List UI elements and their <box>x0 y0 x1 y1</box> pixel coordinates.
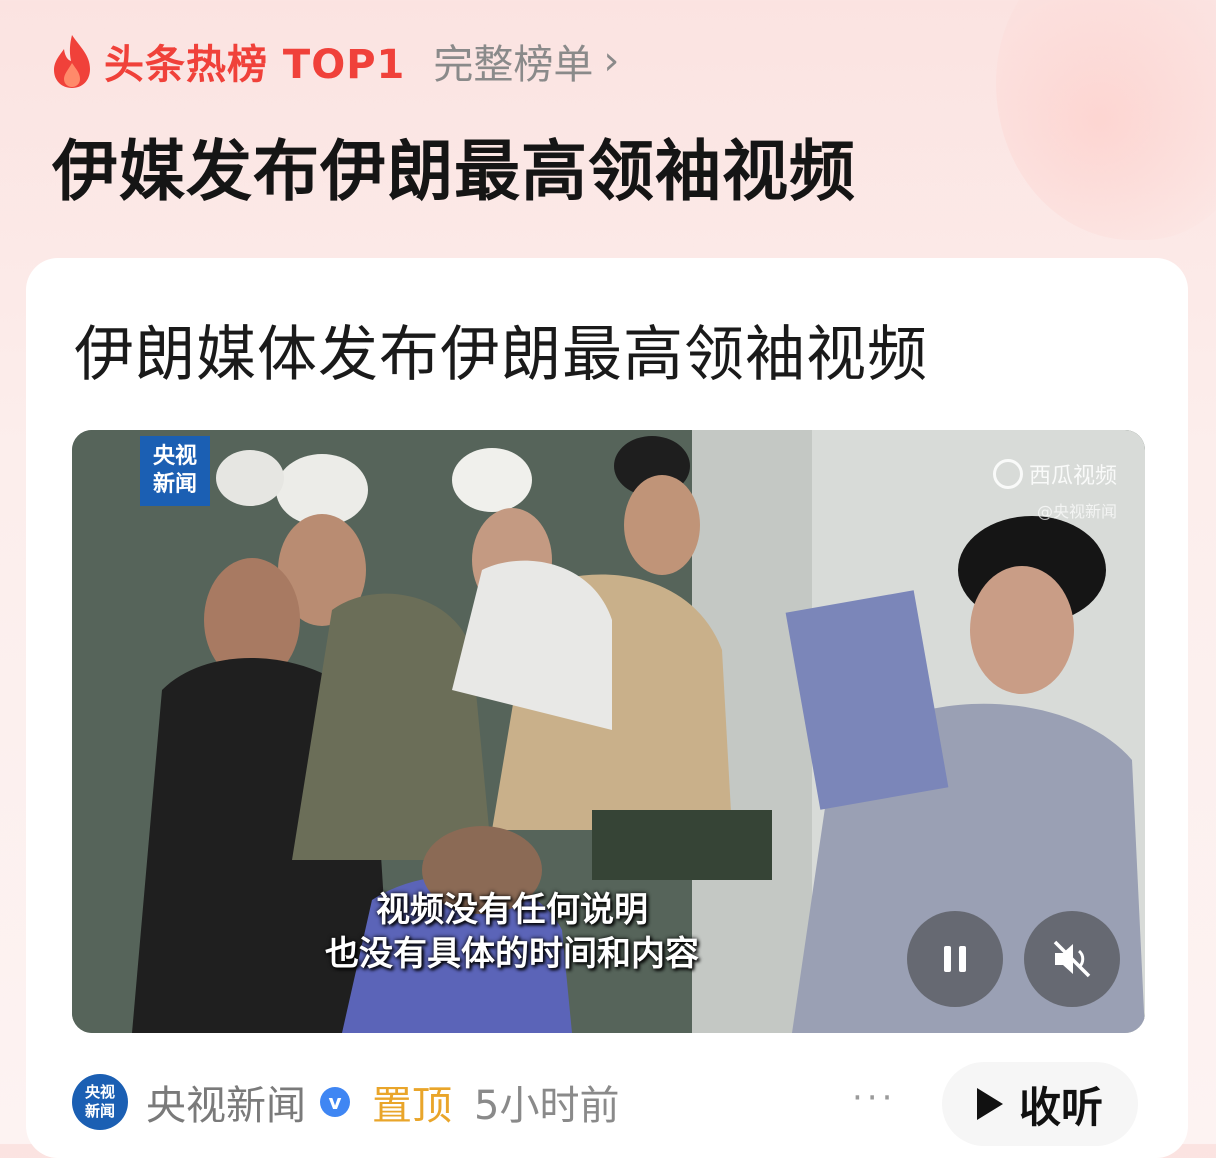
hot-list-row[interactable]: 头条热榜 TOP1 完整榜单 › <box>50 30 619 92</box>
watermark-label: 西瓜视频 <box>1028 464 1117 489</box>
banner-decoration <box>996 0 1216 240</box>
page-headline[interactable]: 伊媒发布伊朗最高领袖视频 <box>52 118 856 214</box>
avatar[interactable]: 央视 新闻 <box>72 1074 128 1130</box>
listen-button[interactable]: 收听 <box>942 1062 1138 1146</box>
full-list-label: 完整榜单 <box>433 42 594 88</box>
xigua-icon <box>992 459 1023 489</box>
mute-button[interactable] <box>1024 911 1120 1007</box>
video-subtitle-line1: 视频没有任何说明 <box>376 890 648 930</box>
pause-icon <box>944 946 966 972</box>
pause-button[interactable] <box>907 911 1003 1007</box>
watermark: 西瓜视频 <box>992 458 1117 490</box>
avatar-line2: 新闻 <box>84 1102 115 1120</box>
top-banner: 头条热榜 TOP1 完整榜单 › 伊媒发布伊朗最高领袖视频 <box>0 0 1216 250</box>
video-subtitle-line2: 也没有具体的时间和内容 <box>325 934 699 974</box>
watermark-sub: @央视新闻 <box>1036 502 1117 521</box>
channel-logo-line2: 新闻 <box>152 472 197 497</box>
hot-list-label: 头条热榜 TOP1 <box>104 42 406 88</box>
news-card: 伊朗媒体发布伊朗最高领袖视频 央视 新闻 西瓜视频 @央视新闻 视频没有任何说明… <box>26 258 1188 1158</box>
flame-icon <box>54 35 90 88</box>
chevron-right-icon: › <box>603 38 620 84</box>
full-list-link[interactable]: 完整榜单 › <box>433 32 619 90</box>
source-name[interactable]: 央视新闻 <box>146 1073 306 1131</box>
play-icon <box>976 1088 1003 1120</box>
timestamp: 5小时前 <box>474 1083 620 1129</box>
pinned-badge: 置顶 <box>372 1083 452 1129</box>
channel-logo: 央视 新闻 <box>140 436 210 506</box>
card-meta: 央视 新闻 央视新闻 v 置顶 5小时前 ··· 收听 <box>72 1062 1172 1146</box>
listen-label: 收听 <box>1018 1082 1103 1132</box>
verified-icon: v <box>320 1087 350 1117</box>
card-title[interactable]: 伊朗媒体发布伊朗最高领袖视频 <box>74 306 928 393</box>
mute-icon <box>1053 940 1091 978</box>
video-player[interactable]: 央视 新闻 西瓜视频 @央视新闻 视频没有任何说明 也没有具体的时间和内容 <box>72 430 1145 1033</box>
avatar-line1: 央视 <box>84 1083 115 1101</box>
more-options-icon[interactable]: ··· <box>852 1078 896 1118</box>
channel-logo-line1: 央视 <box>152 444 197 469</box>
